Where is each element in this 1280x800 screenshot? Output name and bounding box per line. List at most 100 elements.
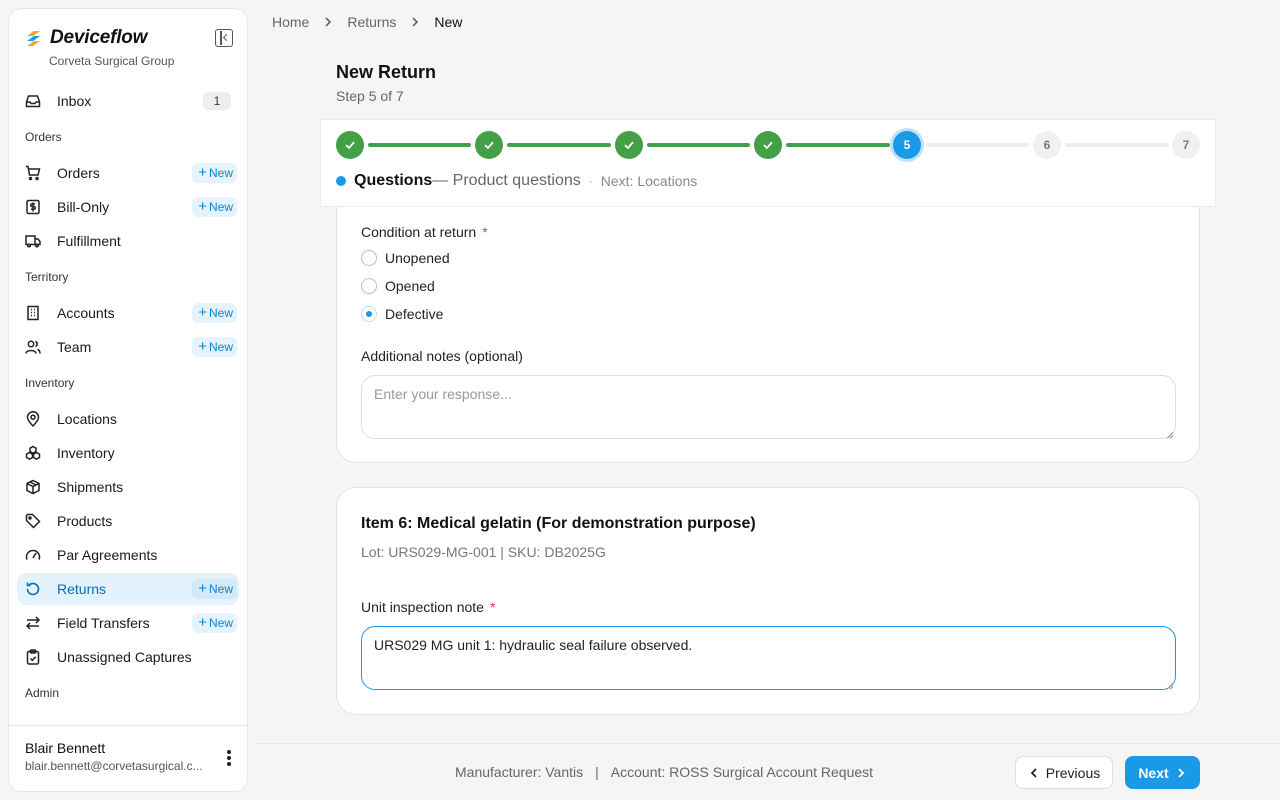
check-icon xyxy=(763,141,773,150)
sidebar-item-shipments[interactable]: Shipments xyxy=(17,471,239,503)
chevron-left-icon xyxy=(1030,767,1037,778)
sidebar-item-label: Inventory xyxy=(57,445,115,461)
brand-name: Deviceflow xyxy=(50,27,148,48)
unit-inspection-textarea[interactable]: URS029 MG unit 1: hydraulic seal failure… xyxy=(361,626,1176,690)
current-step-description: — Product questions xyxy=(432,172,581,189)
section-title-inventory: Inventory xyxy=(25,376,75,390)
new-order-button[interactable]: + New xyxy=(192,163,237,183)
footer-divider: | xyxy=(595,764,599,780)
chevron-right-icon xyxy=(1178,767,1184,778)
manufacturer-info: Manufacturer: Vantis xyxy=(455,764,584,780)
user-email: blair.bennett@corvetasurgical.c... xyxy=(25,759,203,773)
step-3-complete[interactable] xyxy=(615,131,643,159)
resize-handle-icon[interactable] xyxy=(1165,679,1173,687)
footer-context: Manufacturer: Vantis | Account: ROSS Sur… xyxy=(455,764,873,780)
chevron-right-icon xyxy=(323,15,333,30)
step-connector xyxy=(1065,143,1169,147)
sidebar-item-returns[interactable]: Returns + New xyxy=(17,573,239,605)
tag-icon xyxy=(25,513,41,529)
next-step-label: Next: Locations xyxy=(600,173,698,189)
previous-button[interactable]: Previous xyxy=(1015,756,1113,789)
sidebar-item-unassigned-captures[interactable]: Unassigned Captures xyxy=(17,641,239,673)
building-icon xyxy=(25,305,41,321)
item-6-card: Item 6: Medical gelatin (For demonstrati… xyxy=(336,487,1200,715)
brand[interactable]: Deviceflow xyxy=(25,27,147,49)
cart-icon xyxy=(25,165,41,181)
sidebar-item-fulfillment[interactable]: Fulfillment xyxy=(17,225,239,257)
step-connector xyxy=(368,143,471,147)
breadcrumb: Home Returns New xyxy=(272,14,462,30)
sidebar-item-label: Orders xyxy=(57,165,100,181)
sidebar-item-inventory[interactable]: Inventory xyxy=(17,437,239,469)
new-bill-only-button[interactable]: + New xyxy=(192,197,237,217)
radio-unopened[interactable]: Unopened xyxy=(361,250,450,266)
caption-separator: · xyxy=(588,174,593,188)
sidebar-item-accounts[interactable]: Accounts + New xyxy=(17,297,239,329)
step-connector xyxy=(507,143,611,147)
step-7-upcoming: 7 xyxy=(1172,131,1200,159)
collapse-sidebar-icon[interactable] xyxy=(215,29,233,47)
check-icon xyxy=(484,141,494,150)
sidebar-item-products[interactable]: Products xyxy=(17,505,239,537)
condition-label: Condition at return * xyxy=(361,224,488,240)
step-5-current[interactable]: 5 xyxy=(893,131,921,159)
section-title-territory: Territory xyxy=(25,270,69,284)
sidebar-item-label: Field Transfers xyxy=(57,615,150,631)
sidebar-item-label: Par Agreements xyxy=(57,547,158,563)
step-caption: Questions — Product questions · Next: Lo… xyxy=(336,172,697,190)
sidebar-item-label: Shipments xyxy=(57,479,124,495)
item-question-card: Condition at return * Unopened Opened Def… xyxy=(336,180,1200,463)
wizard-footer: Manufacturer: Vantis | Account: ROSS Sur… xyxy=(256,743,1280,800)
item-title: Item 6: Medical gelatin (For demonstrati… xyxy=(361,515,756,532)
required-asterisk: * xyxy=(482,224,488,240)
bill-icon xyxy=(25,199,41,215)
clipboard-check-icon xyxy=(25,649,41,665)
breadcrumb-returns[interactable]: Returns xyxy=(347,14,396,30)
sidebar-item-inbox[interactable]: Inbox 1 xyxy=(17,85,239,117)
progress-stepper-foreground: 5 6 7 Questions — Product questions · Ne… xyxy=(320,119,1216,207)
radio-circle[interactable] xyxy=(361,278,377,294)
required-asterisk: * xyxy=(489,599,496,615)
resize-handle-icon[interactable] xyxy=(1165,428,1173,436)
deviceflow-logo-icon xyxy=(25,30,42,47)
step-2-complete[interactable] xyxy=(475,131,503,159)
inbox-count-badge: 1 xyxy=(203,92,231,110)
item-lot-sku: Lot: URS029-MG-001 | SKU: DB2025G xyxy=(361,544,606,560)
sidebar-item-par-agreements[interactable]: Par Agreements xyxy=(17,539,239,571)
page-title: New Return xyxy=(336,62,437,82)
sidebar-item-label: Team xyxy=(57,339,92,355)
sidebar-item-label: Inbox xyxy=(57,93,92,109)
sidebar-item-bill-only[interactable]: Bill-Only + New xyxy=(17,191,239,223)
page-subtitle: Step 5 of 7 xyxy=(336,88,404,104)
more-vertical-icon[interactable] xyxy=(227,750,231,766)
sidebar-item-label: Fulfillment xyxy=(57,233,121,249)
sidebar-item-team[interactable]: Team + New xyxy=(17,331,239,363)
step-4-complete[interactable] xyxy=(754,131,782,159)
section-title-admin: Admin xyxy=(25,686,60,700)
sidebar-item-field-transfers[interactable]: Field Transfers + New xyxy=(17,607,239,639)
breadcrumb-current: New xyxy=(434,14,463,30)
radio-opened[interactable]: Opened xyxy=(361,278,435,294)
next-button[interactable]: Next xyxy=(1125,756,1200,789)
new-account-button[interactable]: + New xyxy=(192,303,237,323)
step-6-upcoming: 6 xyxy=(1033,131,1061,159)
new-field-transfer-button[interactable]: + New xyxy=(192,613,237,633)
arrows-exchange-icon xyxy=(25,615,41,631)
step-1-complete[interactable] xyxy=(336,131,364,159)
account-info: Account: ROSS Surgical Account Request xyxy=(610,764,874,780)
sidebar-item-label: Bill-Only xyxy=(57,199,110,215)
breadcrumb-home[interactable]: Home xyxy=(272,14,309,30)
sidebar-item-locations[interactable]: Locations xyxy=(17,403,239,435)
new-return-button[interactable]: + New xyxy=(192,579,237,599)
radio-defective[interactable]: Defective xyxy=(361,306,443,322)
new-team-member-button[interactable]: + New xyxy=(192,337,237,357)
package-icon xyxy=(25,479,41,495)
sidebar-item-orders[interactable]: Orders + New xyxy=(17,157,239,189)
radio-circle-selected[interactable] xyxy=(361,306,377,322)
radio-circle[interactable] xyxy=(361,250,377,266)
additional-notes-textarea[interactable]: Enter your response... xyxy=(361,375,1176,439)
chevron-right-icon xyxy=(410,15,420,30)
sidebar-item-label: Returns xyxy=(57,581,107,597)
user-profile[interactable]: Blair Bennett blair.bennett@corvetasurgi… xyxy=(9,725,247,791)
current-step-dot xyxy=(336,176,346,186)
